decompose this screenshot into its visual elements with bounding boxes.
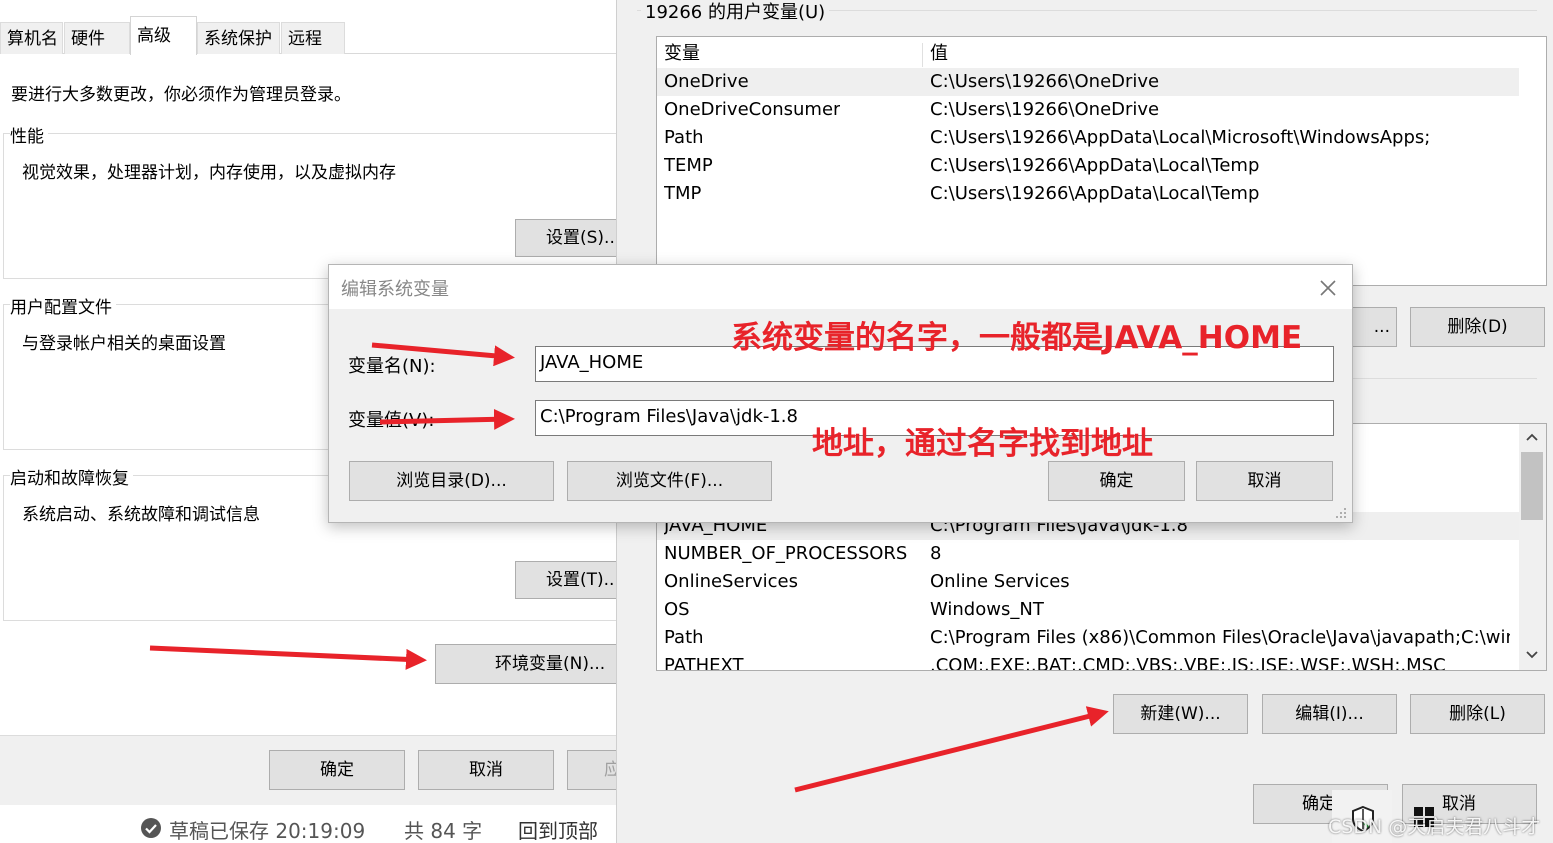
editor-status-bar: 草稿已保存 20:19:09 共 84 字 回到顶部 <box>0 805 618 843</box>
var-name: NUMBER_OF_PROCESSORS <box>664 543 908 564</box>
var-name: TMP <box>664 183 702 204</box>
resize-grip-icon[interactable] <box>1335 507 1347 519</box>
browse-file-button[interactable]: 浏览文件(F)... <box>567 461 772 501</box>
table-row[interactable]: OneDrive C:\Users\19266\OneDrive <box>657 68 1519 96</box>
tab-system-protection[interactable]: 系统保护 <box>197 22 280 54</box>
var-value: C:\Users\19266\AppData\Local\Microsoft\W… <box>930 127 1431 148</box>
ok-button[interactable]: 确定 <box>269 750 405 790</box>
system-new-button[interactable]: 新建(W)... <box>1113 694 1248 734</box>
variable-name-label: 变量名(N): <box>348 356 436 377</box>
csdn-watermark: CSDN @天启夫君八斗才 <box>1328 816 1541 838</box>
tab-advanced[interactable]: 高级 <box>130 16 197 55</box>
environment-variables-button[interactable]: 环境变量(N)... <box>435 644 618 684</box>
saved-check-icon <box>141 818 161 838</box>
tab-computer-name[interactable]: 算机名 <box>0 22 63 54</box>
var-name: OneDrive <box>664 71 749 92</box>
cancel-button[interactable]: 取消 <box>418 750 554 790</box>
dialog-cancel-button[interactable]: 取消 <box>1196 461 1333 501</box>
user-profiles-desc: 与登录帐户相关的桌面设置 <box>22 334 226 354</box>
list-header: 变量 值 <box>657 40 1519 68</box>
dialog-title: 编辑系统变量 <box>341 279 449 300</box>
table-row[interactable]: OneDriveConsumer C:\Users\19266\OneDrive <box>657 96 1519 124</box>
startup-recovery-title: 启动和故障恢复 <box>10 464 133 489</box>
table-row[interactable]: NUMBER_OF_PROCESSORS 8 <box>657 540 1519 568</box>
var-name: OS <box>664 599 690 620</box>
table-row[interactable]: TMP C:\Users\19266\AppData\Local\Temp <box>657 180 1519 208</box>
system-delete-button[interactable]: 删除(L) <box>1410 694 1545 734</box>
column-variable[interactable]: 变量 <box>664 40 700 68</box>
var-value: C:\Users\19266\AppData\Local\Temp <box>930 183 1260 204</box>
table-row[interactable]: PATHEXT .COM;.EXE;.BAT;.CMD;.VBS;.VBE;.J… <box>657 652 1519 671</box>
var-name: TEMP <box>664 155 713 176</box>
annotation-name-note: 系统变量的名字，一般都是JAVA_HOME <box>731 320 1303 356</box>
chevron-up-icon[interactable] <box>1525 432 1539 442</box>
var-value: Online Services <box>930 571 1070 592</box>
browse-directory-button[interactable]: 浏览目录(D)... <box>349 461 554 501</box>
var-name: Path <box>664 627 704 648</box>
performance-group <box>3 133 618 279</box>
back-to-top-link[interactable]: 回到顶部 <box>518 815 598 843</box>
scrollbar-thumb[interactable] <box>1521 452 1543 520</box>
performance-settings-button[interactable]: 设置(S)... <box>515 219 618 257</box>
dialog-titlebar <box>329 265 1352 309</box>
table-row[interactable]: Path C:\Program Files (x86)\Common Files… <box>657 624 1519 652</box>
startup-settings-button[interactable]: 设置(T)... <box>515 561 618 599</box>
tab-remote[interactable]: 远程 <box>281 22 345 54</box>
edit-system-variable-dialog: 编辑系统变量 变量名(N): JAVA_HOME 变量值(V): C:\Prog… <box>328 264 1353 523</box>
var-value: .COM;.EXE;.BAT;.CMD;.VBS;.VBE;.JS;.JSE;.… <box>930 655 1446 671</box>
performance-title: 性能 <box>10 122 48 147</box>
annotation-value-note: 地址，通过名字找到地址 <box>812 426 1153 462</box>
user-profiles-title: 用户配置文件 <box>10 293 116 318</box>
system-edit-button[interactable]: 编辑(I)... <box>1262 694 1397 734</box>
var-value: C:\Users\19266\AppData\Local\Temp <box>930 155 1260 176</box>
user-delete-button[interactable]: 删除(D) <box>1410 307 1545 347</box>
var-value: 8 <box>930 543 942 564</box>
performance-divider <box>3 133 618 134</box>
column-divider[interactable] <box>922 43 923 67</box>
table-row[interactable]: TEMP C:\Users\19266\AppData\Local\Temp <box>657 152 1519 180</box>
var-value: C:\Program Files (x86)\Common Files\Orac… <box>930 627 1510 648</box>
table-row[interactable]: OnlineServices Online Services <box>657 568 1519 596</box>
table-row[interactable]: Path C:\Users\19266\AppData\Local\Micros… <box>657 124 1519 152</box>
var-name: Path <box>664 127 704 148</box>
chevron-down-icon[interactable] <box>1525 650 1539 660</box>
startup-recovery-desc: 系统启动、系统故障和调试信息 <box>22 505 260 525</box>
table-row[interactable]: OS Windows_NT <box>657 596 1519 624</box>
performance-desc: 视觉效果，处理器计划，内存使用，以及虚拟内存 <box>22 163 396 183</box>
admin-notice: 要进行大多数更改，你必须作为管理员登录。 <box>11 85 351 105</box>
var-value: C:\Users\19266\OneDrive <box>930 71 1160 92</box>
user-vars-list[interactable]: 变量 值 OneDrive C:\Users\19266\OneDrive On… <box>656 36 1547 286</box>
var-name: OnlineServices <box>664 571 798 592</box>
column-value[interactable]: 值 <box>930 40 948 68</box>
tab-hardware[interactable]: 硬件 <box>64 22 130 54</box>
apply-button[interactable]: 应 <box>567 750 618 790</box>
draft-saved-text: 草稿已保存 20:19:09 <box>169 819 366 843</box>
var-name: PATHEXT <box>664 655 744 671</box>
var-name: OneDriveConsumer <box>664 99 841 120</box>
var-value: C:\Users\19266\OneDrive <box>930 99 1160 120</box>
variable-value-label: 变量值(V): <box>348 410 435 431</box>
user-vars-title: 19266 的用户变量(U) <box>641 0 830 24</box>
dialog-ok-button[interactable]: 确定 <box>1048 461 1185 501</box>
tab-strip: 算机名 硬件 高级 系统保护 远程 <box>0 8 618 55</box>
close-icon[interactable] <box>1319 279 1337 297</box>
var-value: Windows_NT <box>930 599 1044 620</box>
word-count: 共 84 字 <box>404 819 483 843</box>
